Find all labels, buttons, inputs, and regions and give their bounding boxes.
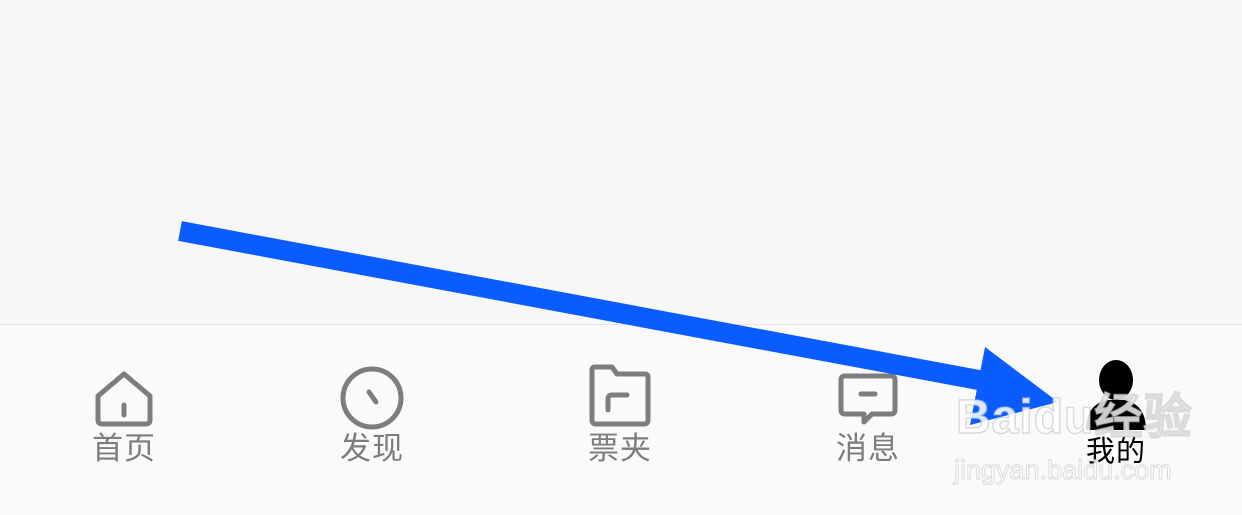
person-icon (1076, 358, 1156, 430)
message-icon (828, 358, 908, 430)
content-area (0, 0, 1242, 324)
tab-home-label: 首页 (92, 431, 156, 467)
tab-tickets[interactable]: 票夹 (496, 325, 744, 515)
tab-discover-label: 发现 (340, 431, 404, 467)
folder-icon (580, 358, 660, 430)
tab-home[interactable]: 首页 (0, 325, 248, 515)
tab-profile-label: 我的 (1085, 434, 1146, 468)
tab-tickets-label: 票夹 (588, 431, 652, 467)
tab-profile[interactable]: 我的 (992, 325, 1240, 515)
tab-messages[interactable]: 消息 (744, 325, 992, 515)
bottom-tab-bar: 首页 发现 票夹 消息 我的 (0, 324, 1242, 514)
home-icon (84, 358, 164, 430)
tab-discover[interactable]: 发现 (248, 325, 496, 515)
tab-messages-label: 消息 (836, 431, 900, 467)
compass-icon (332, 358, 412, 430)
